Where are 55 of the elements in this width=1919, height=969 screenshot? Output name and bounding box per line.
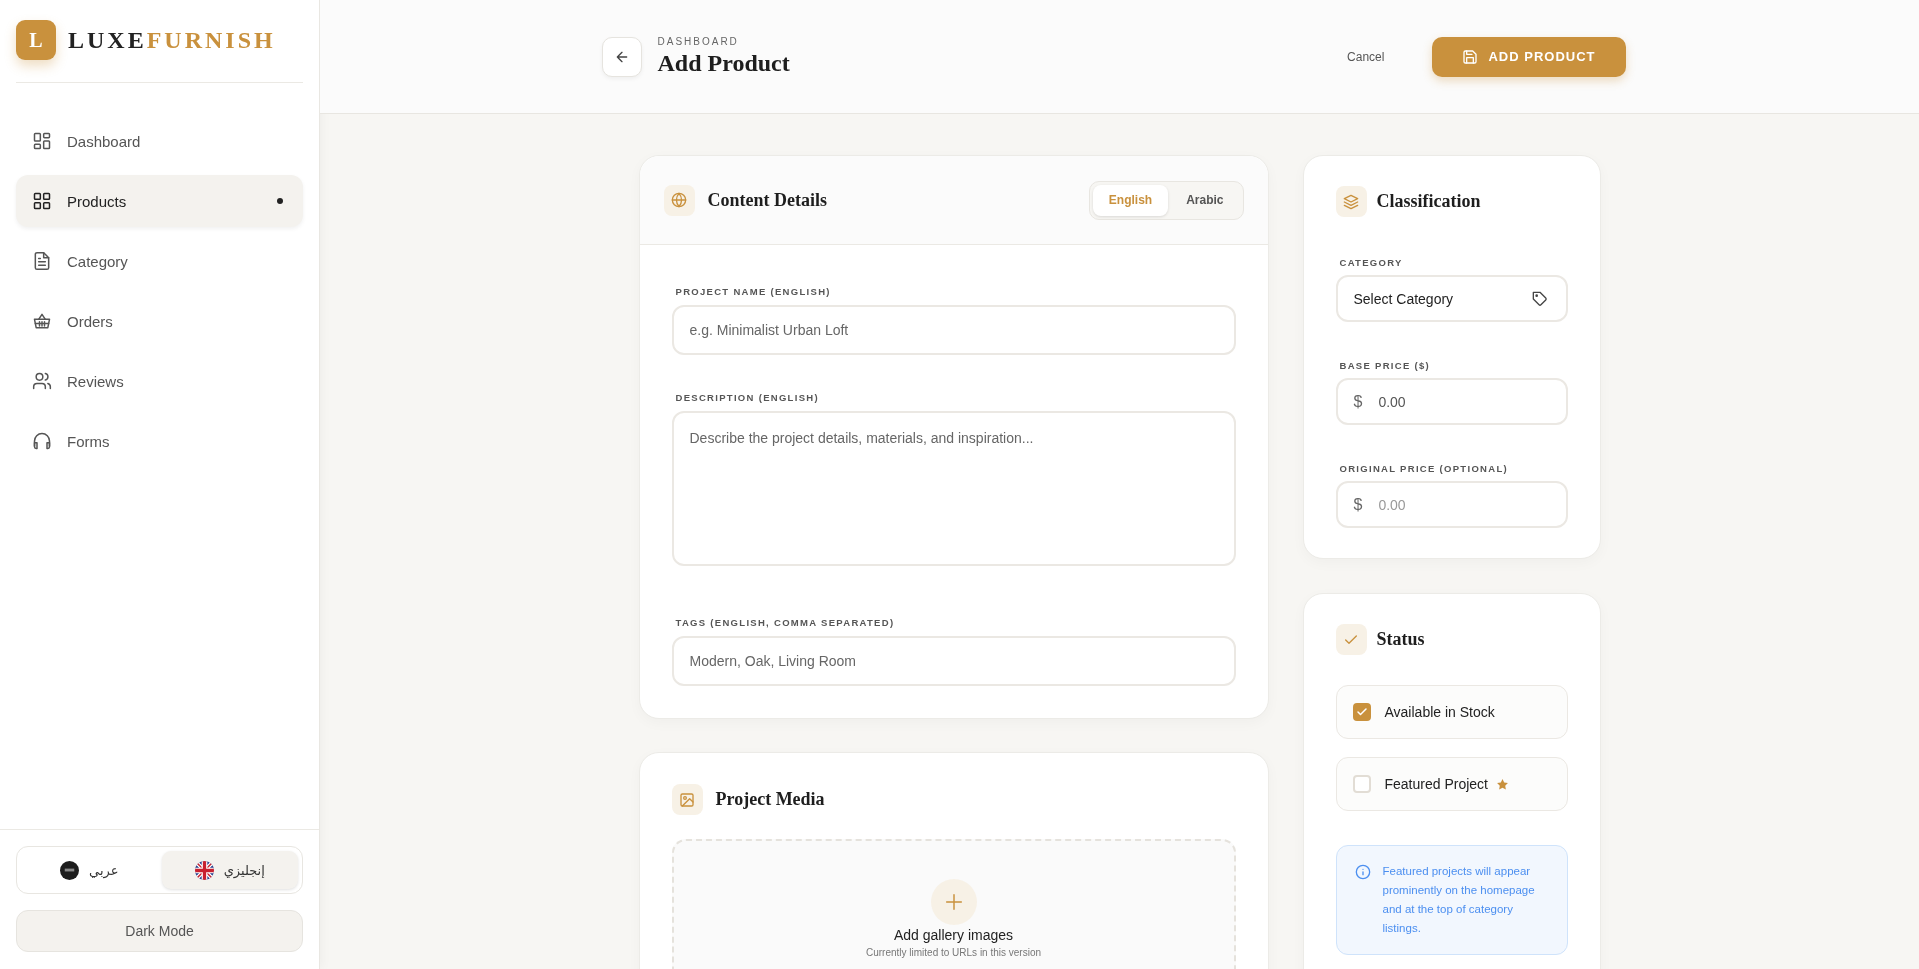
upload-dropzone[interactable]: Add gallery images Currently limited to URLs in this version — [671, 839, 1236, 969]
info-icon — [1354, 864, 1371, 880]
card-title: Content Details — [707, 189, 827, 211]
globe-icon — [663, 184, 695, 216]
logo-mark: L — [16, 20, 56, 60]
sidebar-item[interactable]: Category — [16, 235, 303, 287]
image-icon — [671, 784, 703, 815]
card-title: Project Media — [715, 789, 825, 810]
plus-icon — [930, 879, 977, 925]
card-title: Classification — [1376, 191, 1481, 212]
status-option[interactable]: Available in Stock — [1335, 685, 1568, 739]
flag-icon — [194, 860, 214, 880]
breadcrumb[interactable]: DASHBOARD — [657, 36, 790, 47]
check-icon — [1335, 624, 1367, 655]
text-field[interactable]: e.g. Minimalist Urban Loft — [671, 305, 1236, 355]
brand-name: LUXEFURNISH — [68, 26, 276, 54]
field-label: TAGS (ENGLISH, COMMA SEPARATED) — [674, 617, 896, 628]
tag-icon — [1531, 290, 1548, 307]
field-label: DESCRIPTION (ENGLISH) — [674, 392, 820, 403]
save-icon — [1462, 48, 1479, 65]
sidebar-item[interactable]: Products — [16, 175, 303, 227]
field-label: CATEGORY — [1338, 257, 1404, 268]
active-dot — [277, 198, 283, 204]
note-text: Featured projects will appear prominently on the homepage and at the top of category listings. — [1382, 864, 1536, 936]
page-title: Add Product — [657, 50, 790, 77]
field-label: PROJECT NAME (ENGLISH) — [674, 286, 832, 297]
layers-icon — [1335, 186, 1367, 217]
checkbox[interactable] — [1352, 703, 1371, 721]
sidebar-item[interactable]: Forms — [16, 415, 303, 467]
sidebar-item[interactable]: Dashboard — [16, 115, 303, 167]
headphones-icon — [32, 431, 52, 451]
sidebar-item[interactable]: Reviews — [16, 355, 303, 407]
back-button[interactable] — [601, 36, 642, 77]
language-option[interactable]: إنجليزي — [161, 851, 298, 889]
language-option[interactable]: عربي — [21, 851, 158, 889]
cancel-button[interactable]: Cancel — [1341, 48, 1391, 65]
document-icon — [32, 251, 52, 271]
description-field[interactable]: Describe the project details, materials, and inspiration... — [671, 411, 1236, 566]
price-field[interactable]: $ 0.00 — [1335, 378, 1568, 425]
checkmark-icon — [1355, 706, 1368, 718]
emblem-icon — [60, 860, 80, 880]
text-field[interactable]: Modern, Oak, Living Room — [671, 636, 1236, 686]
dark-mode-button[interactable]: Dark Mode — [16, 910, 303, 952]
price-field[interactable]: $ 0.00 — [1335, 481, 1568, 528]
field-label: ORIGINAL PRICE (OPTIONAL) — [1338, 463, 1509, 474]
basket-icon — [32, 311, 52, 331]
card-title: Status — [1376, 629, 1425, 650]
status-option[interactable]: Featured Project — [1335, 757, 1568, 811]
users-icon — [32, 371, 52, 391]
grid-icon — [32, 191, 52, 211]
field-label: BASE PRICE ($) — [1338, 360, 1432, 371]
category-select[interactable]: Select Category — [1335, 275, 1568, 322]
language-tab[interactable]: Arabic — [1170, 184, 1240, 216]
layout-icon — [32, 131, 52, 151]
sidebar-item[interactable]: Orders — [16, 295, 303, 347]
